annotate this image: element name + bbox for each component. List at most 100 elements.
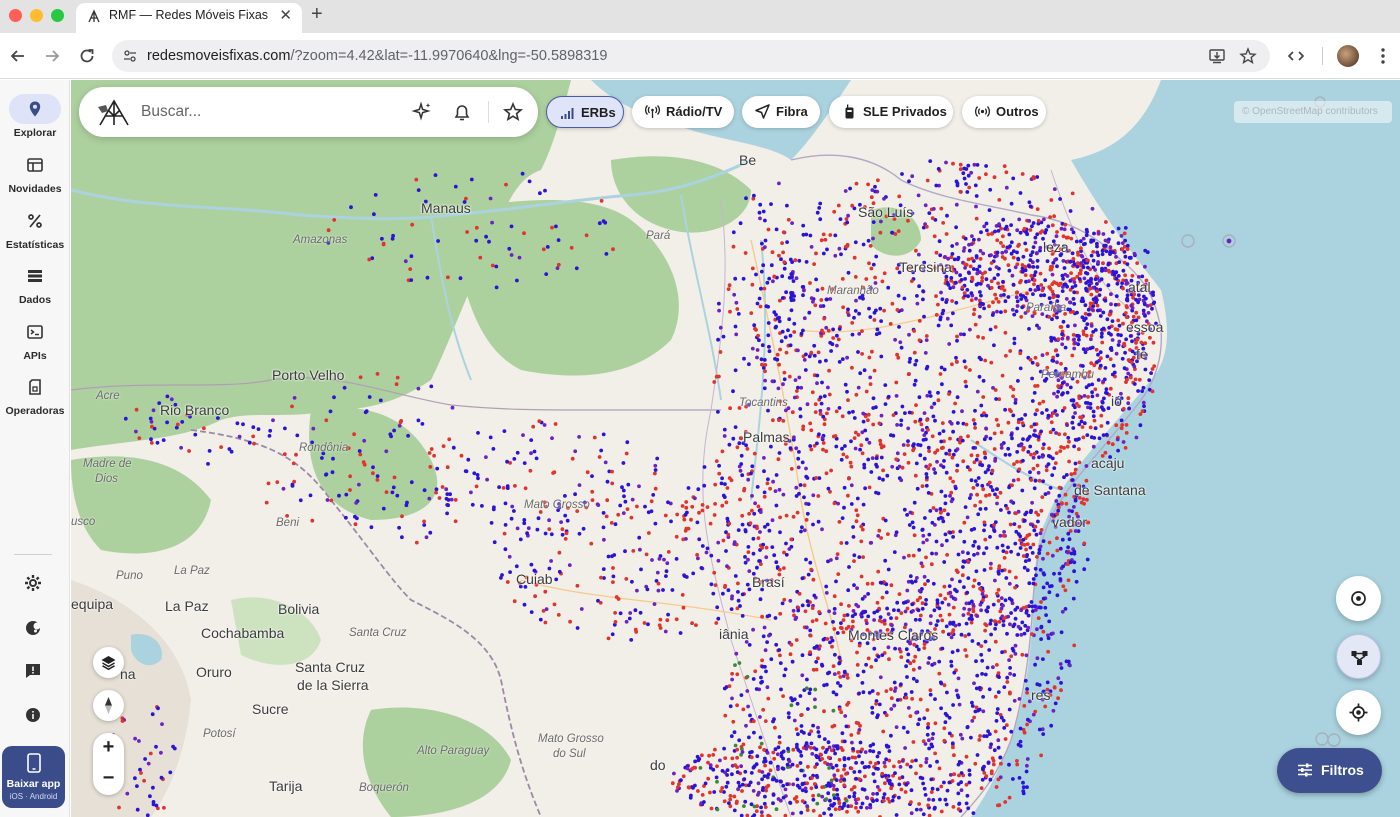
sparkle-icon[interactable] [411,101,433,123]
station-dot [912,382,917,387]
layers-button[interactable] [93,647,124,678]
station-dot [1073,467,1078,472]
station-dot [816,730,821,734]
chip-erbs[interactable]: ERBs [546,96,624,128]
station-dot [1090,206,1095,211]
devtools-icon[interactable] [1285,45,1307,67]
station-dot [851,525,855,529]
browser-tab[interactable]: RMF — Redes Móveis Fixas ✕ [76,3,302,33]
station-dot [713,583,718,587]
station-dot [804,352,808,357]
download-app-button[interactable]: Baixar app iOS · Android [2,746,65,808]
station-dot [769,444,773,449]
my-location-button[interactable] [1336,690,1381,735]
station-dot [1069,551,1074,556]
map-attribution[interactable]: © OpenStreetMap contributors [1234,101,1392,123]
station-dot [1031,577,1036,581]
station-dot [522,231,526,236]
station-dot [1036,616,1041,620]
station-dot [711,753,716,757]
station-dot [776,386,781,391]
profile-avatar[interactable] [1337,45,1359,67]
station-dot [907,523,912,527]
station-dot [741,742,746,747]
bell-icon[interactable] [451,101,473,123]
station-dot [713,502,717,506]
map-canvas[interactable]: Manaus Be São Luís Teresina leza atal es… [71,80,1400,817]
station-dot [1009,433,1014,437]
tab-close-icon[interactable]: ✕ [279,6,292,24]
station-dot [1024,610,1029,615]
zoom-in-button[interactable]: + [93,733,124,764]
sidebar-item-explorar[interactable]: Explorar [0,94,70,146]
station-dot [381,241,386,246]
station-dot [723,713,728,718]
browser-menu-icon[interactable] [1372,45,1394,67]
sidebar-item-novidades[interactable]: Novidades [0,150,70,202]
station-dot [851,619,855,624]
station-dot [1130,339,1134,344]
station-dot [770,250,775,255]
station-dot [981,336,985,340]
minimize-window-button[interactable] [30,9,43,22]
station-dot [980,279,984,283]
search-input[interactable] [141,100,391,124]
sidebar-item-dados[interactable]: Dados [0,261,70,313]
station-dot [969,291,974,296]
station-dot [977,355,982,360]
site-info-icon[interactable] [122,48,138,64]
station-dot [831,336,836,340]
chip-radio-tv[interactable]: Rádio/TV [632,96,734,128]
station-dot [997,198,1002,202]
info-icon[interactable] [22,704,44,726]
station-dot [291,461,296,466]
chip-fibra[interactable]: Fibra [742,96,820,128]
station-dot [871,422,876,427]
sidebar-item-apis[interactable]: APIs [0,317,70,369]
station-dot [1021,789,1026,793]
bookmark-star-icon[interactable] [1239,47,1257,65]
station-dot [716,616,721,621]
network-view-button[interactable] [1336,634,1381,679]
station-dot [856,809,861,814]
compass-button[interactable] [93,690,124,721]
chip-outros[interactable]: Outros [962,96,1046,128]
star-icon[interactable] [502,101,524,123]
station-dot [763,369,767,374]
station-dot [465,230,469,234]
chip-sle-privados[interactable]: SLE Privados [829,96,953,128]
station-dot [733,574,738,578]
center-target-button[interactable] [1336,576,1381,621]
station-dot [1010,436,1014,441]
station-dot [860,329,864,333]
station-dot [918,613,923,618]
reload-icon[interactable] [76,45,98,67]
install-app-icon[interactable] [1208,47,1226,65]
station-dot [897,325,901,329]
station-dot [964,754,969,759]
filters-button[interactable]: Filtros [1277,748,1382,793]
station-dot [906,426,911,431]
station-dot [835,552,840,556]
station-dot [927,656,932,660]
maximize-window-button[interactable] [51,9,64,22]
close-window-button[interactable] [9,9,22,22]
station-dot [357,482,361,487]
url-text[interactable]: redesmoveisfixas.com/?zoom=4.42&lat=-11.… [147,48,607,64]
sidebar-item-operadoras[interactable]: Operadoras [0,372,70,424]
sidebar-item-estatisticas[interactable]: Estatísticas [0,206,70,258]
feedback-icon[interactable] [22,660,44,682]
new-tab-icon[interactable]: + [311,3,323,26]
station-dot [1099,277,1104,282]
station-dot [996,281,1000,286]
station-dot [905,659,910,663]
settings-icon[interactable] [22,572,44,594]
back-icon[interactable] [7,45,29,67]
address-bar[interactable]: redesmoveisfixas.com/?zoom=4.42&lat=-11.… [112,40,1270,72]
station-dot [983,639,988,644]
theme-icon[interactable] [22,617,44,639]
station-dot [271,418,275,423]
forward-icon[interactable] [41,45,63,67]
station-dot [985,665,990,670]
zoom-out-button[interactable]: − [93,764,124,795]
